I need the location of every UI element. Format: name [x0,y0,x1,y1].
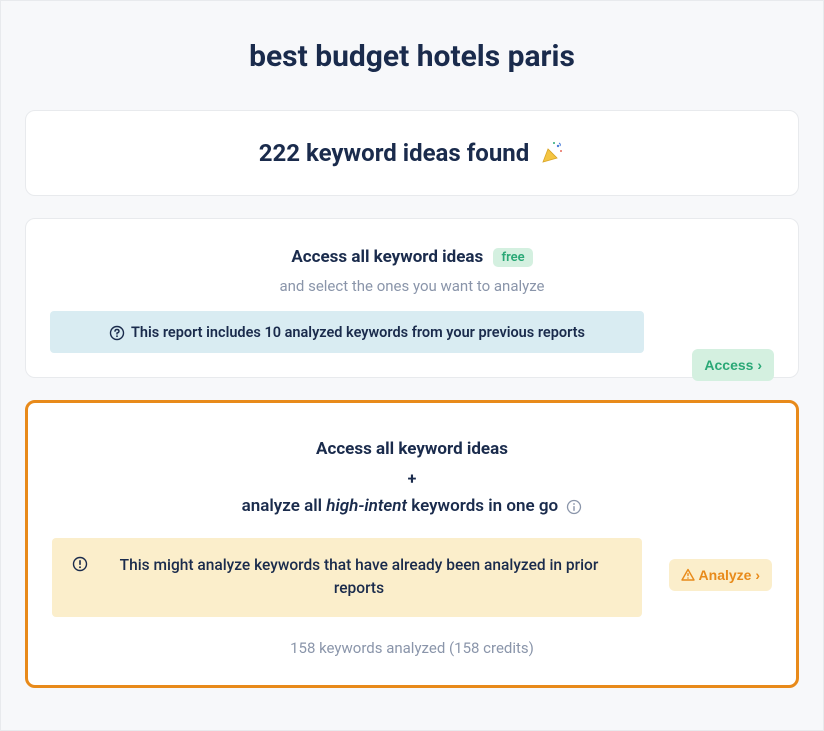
free-badge: free [493,248,532,267]
help-circle-icon [109,325,125,341]
party-popper-icon [539,140,565,166]
access-button-label: Access › [704,357,762,373]
plus-separator: + [52,469,772,488]
analyze-line2-em: high-intent [326,496,407,516]
warning-triangle-icon [681,568,695,582]
analyze-block: Access all keyword ideas + analyze all h… [25,400,799,688]
page-title: best budget hotels paris [25,39,799,74]
analyze-subheading: analyze all high-intent keywords in one … [52,496,772,516]
analyze-warning: This might analyze keywords that have al… [52,538,642,617]
results-card: 222 keyword ideas found [25,110,799,196]
analyze-line2-prefix: analyze all [242,496,327,516]
access-subtext: and select the ones you want to analyze [50,277,774,295]
access-heading: Access all keyword ideas free [50,247,774,267]
analyze-warning-text: This might analyze keywords that have al… [96,554,622,601]
credits-text: 158 keywords analyzed (158 credits) [52,639,772,657]
info-icon[interactable] [566,499,582,515]
analyze-button-label: Analyze › [699,567,760,583]
access-button[interactable]: Access › [692,349,774,381]
analyze-button[interactable]: Analyze › [669,559,772,591]
analyze-line2-suffix: keywords in one go [407,496,558,516]
prior-reports-text: This report includes 10 analyzed keyword… [131,324,585,341]
access-block: Access all keyword ideas free and select… [25,218,799,378]
results-count: 222 keyword ideas found [50,139,774,167]
alert-circle-icon [72,556,88,572]
results-count-text: 222 keyword ideas found [259,139,529,167]
analyze-heading: Access all keyword ideas [52,439,772,459]
access-heading-text: Access all keyword ideas [291,247,483,267]
prior-reports-notice: This report includes 10 analyzed keyword… [50,311,644,353]
